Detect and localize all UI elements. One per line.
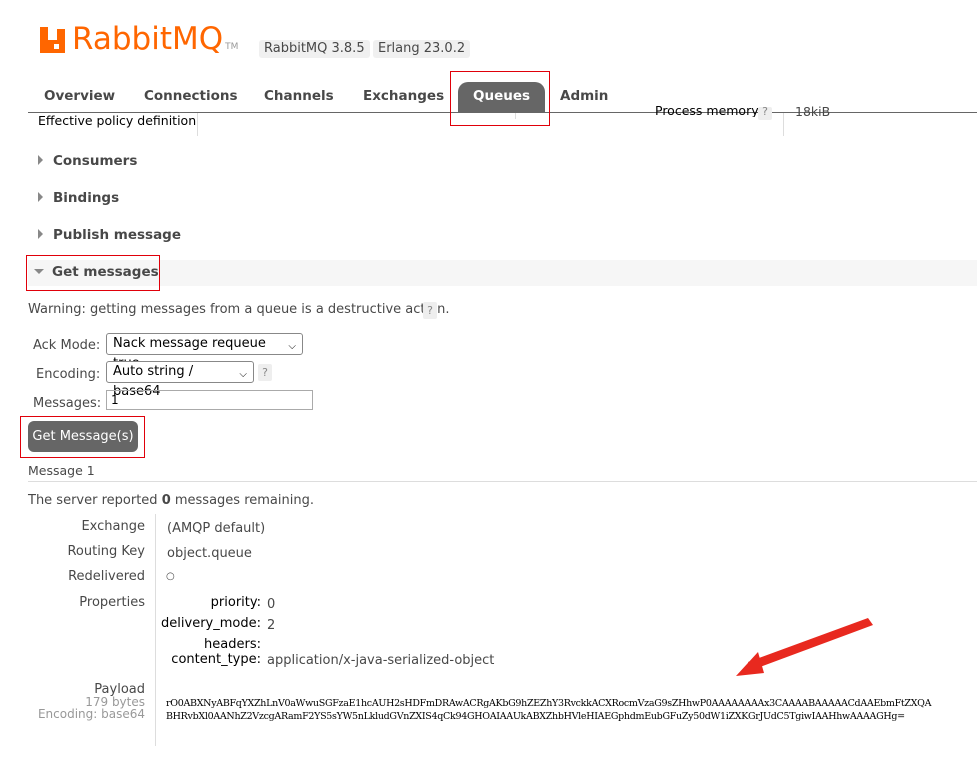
property-key: headers: [204,637,261,652]
caret-right-icon [38,155,43,165]
warning-help-icon[interactable]: ? [423,302,437,319]
property-key: priority: [210,595,261,610]
queues-tab-highlight [450,71,550,126]
rabbitmq-version-badge: RabbitMQ 3.8.5 [259,40,370,58]
caret-right-icon [38,229,43,239]
chevron-down-icon: ⌵ [288,341,296,352]
encoding-label: Encoding: [36,367,101,382]
tab-admin[interactable]: Admin [560,80,608,112]
routing-key-label: Routing Key [67,544,145,559]
section-consumers[interactable]: Consumers [28,148,137,174]
tab-connections[interactable]: Connections [144,80,238,112]
payload-line: rO0ABXNyABFqYXZhLnV0aWwuSGFzaE1hcAUH2sHD… [166,698,932,709]
section-bindings[interactable]: Bindings [28,185,119,211]
get-messages-header-bg [28,260,977,286]
ack-mode-select[interactable]: Nack message requeue true ⌵ [106,333,303,371]
tab-channels[interactable]: Channels [264,80,334,112]
exchange-label: Exchange [81,519,145,534]
messages-remaining-text: The server reported 0 messages remaining… [28,493,314,508]
get-messages-button-highlight [20,416,145,458]
divider [155,514,156,746]
logo-trademark: TM [225,42,239,52]
destructive-warning: Warning: getting messages from a queue i… [28,302,450,317]
process-memory-value: 18kiB [795,105,831,119]
divider [783,113,784,136]
divider [515,113,516,119]
tab-exchanges[interactable]: Exchanges [363,80,444,112]
encoding-help-icon[interactable]: ? [258,364,272,381]
effective-policy-label: Effective policy definition [38,113,197,128]
messages-label: Messages: [33,396,102,411]
divider [197,113,198,136]
remaining-count: 0 [161,493,171,508]
process-memory-help-icon[interactable]: ? [758,107,772,120]
erlang-version-badge: Erlang 23.0.2 [373,40,471,58]
messages-count-input[interactable]: 1 [106,390,313,410]
get-messages-highlight [26,255,160,291]
caret-right-icon [38,192,43,202]
routing-key-value: object.queue [167,546,252,561]
annotation-arrow-icon [736,618,873,676]
section-publish-message[interactable]: Publish message [28,222,181,248]
process-memory-label: Process memory [655,105,759,117]
logo-text: RabbitMQ [72,21,224,57]
property-value: 0 [267,597,276,612]
payload-encoding: Encoding: base64 [37,707,145,721]
exchange-value: (AMQP default) [167,521,266,536]
properties-label: Properties [79,595,145,610]
redelivered-label: Redelivered [68,569,145,584]
payload-line: BHRvbXl0AANhZ2VzcgARamF2YS5sYW5nLkludGVn… [166,711,905,722]
property-key: delivery_mode: [161,616,261,631]
redelivered-value: ○ [166,571,175,582]
property-key: content_type: [171,652,261,667]
divider [28,481,977,482]
tab-overview[interactable]: Overview [44,80,115,112]
message-title: Message 1 [28,463,95,478]
property-value: application/x-java-serialized-object [267,653,495,668]
rabbit-icon [40,27,69,53]
property-value: 2 [267,618,276,633]
encoding-select[interactable]: Auto string / base64 ⌵ [106,361,254,399]
chevron-down-icon: ⌵ [239,369,247,380]
ack-mode-label: Ack Mode: [33,338,101,353]
rabbitmq-logo[interactable]: RabbitMQ TM [40,22,238,56]
